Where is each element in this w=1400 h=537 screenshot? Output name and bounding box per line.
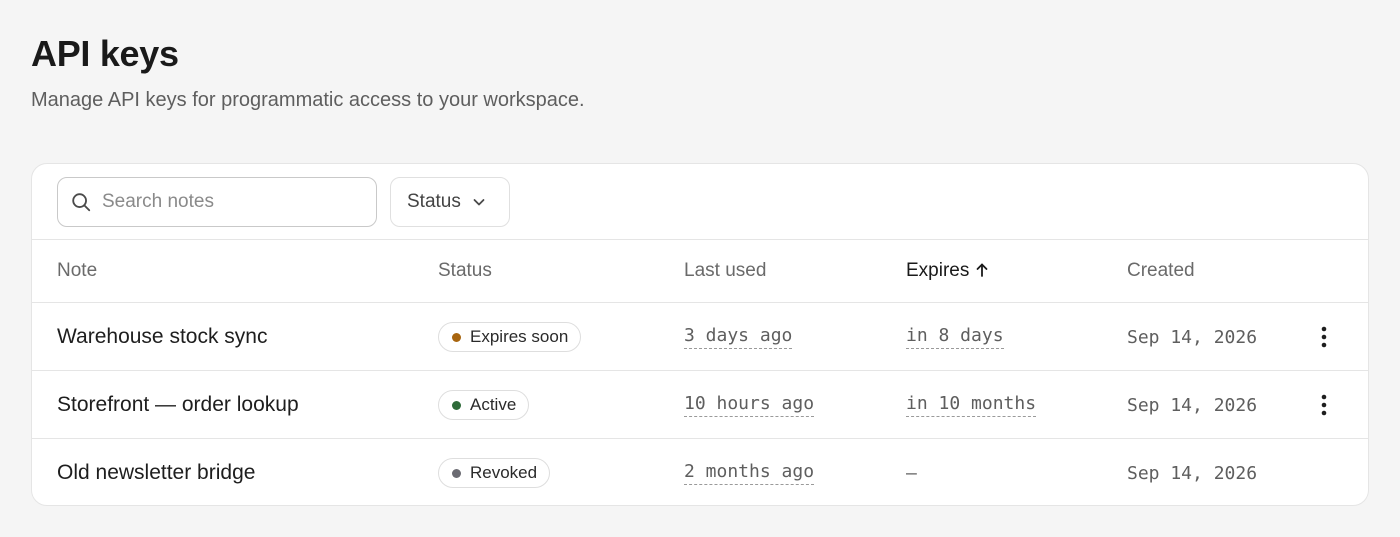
search-input[interactable] bbox=[102, 178, 368, 226]
status-dot bbox=[452, 332, 461, 342]
status-badge: Revoked bbox=[438, 458, 551, 488]
row-actions-button[interactable] bbox=[1309, 387, 1339, 423]
expires-value[interactable]: in 8 days bbox=[906, 325, 1004, 349]
chevron-down-icon bbox=[473, 199, 485, 206]
table-body: Warehouse stock sync Expires soon 3 days… bbox=[32, 303, 1368, 505]
table-row: Old newsletter bridge Revoked 2 months a… bbox=[32, 439, 1368, 505]
row-note: Warehouse stock sync bbox=[57, 325, 268, 348]
status-badge-label: Active bbox=[470, 395, 517, 414]
more-vertical-icon bbox=[1321, 394, 1327, 416]
table-row: Storefront — order lookup Active 10 hour… bbox=[32, 371, 1368, 439]
column-header-status[interactable]: Status bbox=[438, 260, 492, 282]
table-row: Warehouse stock sync Expires soon 3 days… bbox=[32, 303, 1368, 371]
created-value: Sep 14, 2026 bbox=[1127, 326, 1258, 348]
row-note: Old newsletter bridge bbox=[57, 461, 256, 484]
status-dot bbox=[452, 400, 461, 410]
column-header-created[interactable]: Created bbox=[1127, 260, 1195, 282]
status-filter-label: Status bbox=[407, 191, 461, 212]
last-used-value[interactable]: 2 months ago bbox=[684, 461, 815, 485]
search-icon bbox=[72, 193, 91, 212]
last-used-value[interactable]: 10 hours ago bbox=[684, 393, 815, 417]
column-header-expires-label: Expires bbox=[906, 260, 970, 281]
toolbar: Status bbox=[32, 164, 1368, 240]
status-filter-dropdown[interactable]: Status bbox=[390, 177, 510, 227]
status-badge-label: Revoked bbox=[470, 463, 538, 482]
column-header-expires[interactable]: Expires bbox=[906, 260, 989, 282]
more-vertical-icon bbox=[1321, 326, 1327, 348]
row-actions-button[interactable] bbox=[1309, 319, 1339, 355]
row-note: Storefront — order lookup bbox=[57, 393, 299, 416]
search-box bbox=[57, 177, 377, 227]
last-used-value[interactable]: 3 days ago bbox=[684, 325, 793, 349]
expires-value[interactable]: in 10 months bbox=[906, 393, 1037, 417]
column-header-note[interactable]: Note bbox=[57, 260, 97, 282]
created-value: Sep 14, 2026 bbox=[1127, 462, 1258, 484]
api-keys-page: API keys Manage API keys for programmati… bbox=[0, 0, 1400, 114]
api-keys-card: Status Note Status Last used Expires Cre… bbox=[31, 163, 1369, 506]
arrow-up-icon bbox=[976, 263, 988, 277]
expires-value: — bbox=[906, 462, 917, 484]
created-value: Sep 14, 2026 bbox=[1127, 394, 1258, 416]
page-title: API keys bbox=[31, 33, 179, 74]
column-header-last-used[interactable]: Last used bbox=[684, 260, 766, 282]
status-badge: Expires soon bbox=[438, 322, 582, 352]
status-dot bbox=[452, 468, 461, 478]
status-badge-label: Expires soon bbox=[470, 327, 569, 346]
page-subtitle: Manage API keys for programmatic access … bbox=[31, 89, 585, 111]
status-badge: Active bbox=[438, 390, 530, 420]
table-header: Note Status Last used Expires Created bbox=[32, 240, 1368, 303]
